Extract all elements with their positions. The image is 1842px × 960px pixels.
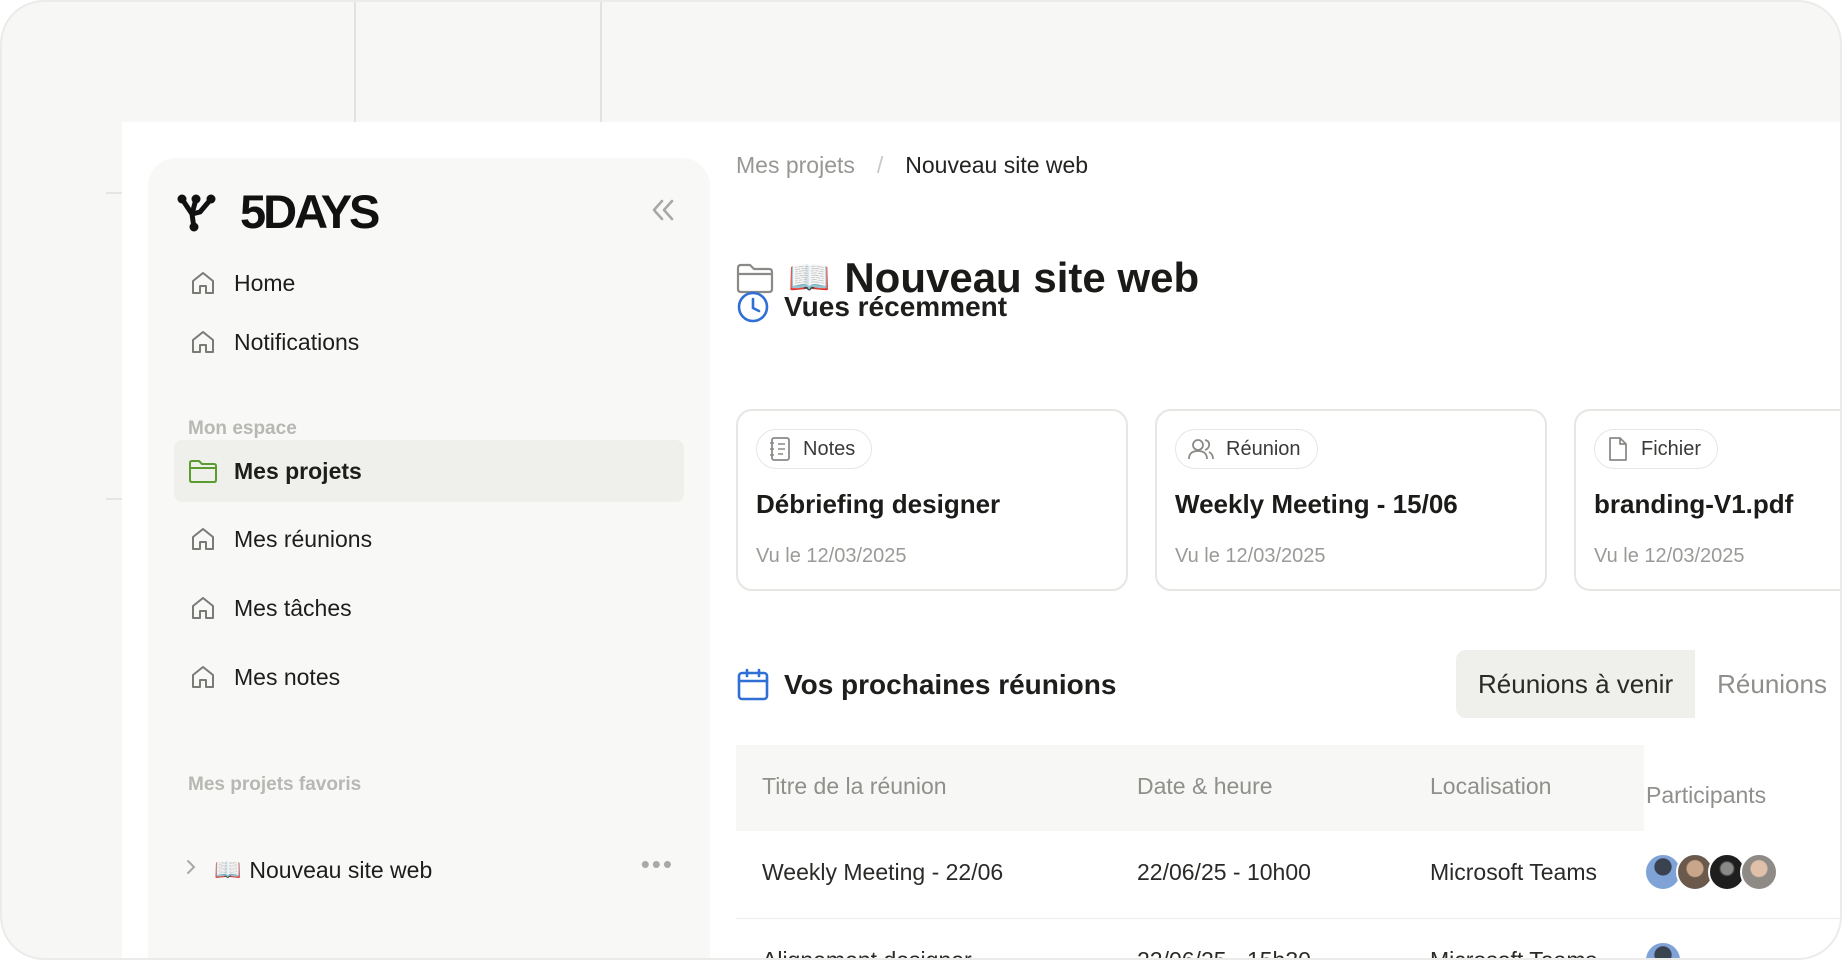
notebook-icon xyxy=(770,437,790,461)
users-icon xyxy=(1188,439,1214,460)
participants-avatars xyxy=(1644,853,1778,891)
brand-logo[interactable]: 5DAYS xyxy=(176,184,380,239)
meeting-location-cell: Microsoft Teams xyxy=(1430,947,1598,960)
more-options-icon[interactable]: ••• xyxy=(641,851,674,877)
home-icon xyxy=(188,327,218,357)
avatar[interactable] xyxy=(1740,853,1778,891)
breadcrumb-current: Nouveau site web xyxy=(905,152,1089,178)
card-tag-label: Notes xyxy=(803,437,856,460)
card-tag: Notes xyxy=(756,429,873,469)
avatar[interactable] xyxy=(1644,941,1682,958)
section-title-favoris: Mes projets favoris xyxy=(188,774,362,795)
favorite-project-item[interactable]: 📖 Nouveau site web ••• xyxy=(184,850,674,890)
card-tag-label: Fichier xyxy=(1641,437,1702,460)
card-tag-label: Réunion xyxy=(1226,437,1301,460)
card-date: Vu le 12/03/2025 xyxy=(1594,545,1745,567)
favorite-project-label: Nouveau site web xyxy=(249,856,433,883)
tab-reunions-a-venir[interactable]: Réunions à venir xyxy=(1456,650,1696,718)
column-header-location[interactable]: Localisation xyxy=(1430,773,1551,800)
column-header-title[interactable]: Titre de la réunion xyxy=(762,773,947,800)
recent-title: Vues récemment xyxy=(784,291,1008,322)
double-chevron-left-icon xyxy=(652,199,674,221)
participants-avatars xyxy=(1644,941,1682,958)
chevron-right-icon[interactable] xyxy=(184,858,214,882)
book-icon: 📖 xyxy=(214,857,242,882)
sidebar-item-home[interactable]: Home xyxy=(174,252,684,314)
meeting-location-cell: Microsoft Teams xyxy=(1430,859,1598,885)
home-icon xyxy=(188,662,218,692)
home-icon xyxy=(188,524,218,554)
calendar-icon xyxy=(737,668,769,701)
brand-mark-icon xyxy=(177,194,216,231)
table-row[interactable]: Weekly Meeting - 22/06 22/06/25 - 10h00 … xyxy=(736,831,1840,919)
sidebar: 5DAYS Home Notifications Mon espace Mes … xyxy=(148,158,710,958)
table-row[interactable]: Alignement designer 22/06/25 - 15h30 Mic… xyxy=(736,919,1840,960)
sidebar-item-mes-notes[interactable]: Mes notes xyxy=(174,646,684,708)
meeting-title-cell: Weekly Meeting - 22/06 xyxy=(762,859,1004,885)
recent-card-fichier[interactable]: Fichier branding-V1.pdf Vu le 12/03/2025 xyxy=(1574,409,1840,591)
divider xyxy=(354,2,356,122)
folder-icon xyxy=(188,456,218,486)
meetings-tabs: Réunions à venir Réunions xyxy=(1456,650,1840,718)
card-date: Vu le 12/03/2025 xyxy=(756,545,907,567)
breadcrumb-parent-link[interactable]: Mes projets xyxy=(736,152,855,179)
sidebar-item-label: Mes réunions xyxy=(234,525,373,552)
table-header: Titre de la réunion Date & heure Localis… xyxy=(736,745,1644,831)
app-window: 5DAYS Home Notifications Mon espace Mes … xyxy=(122,122,1840,960)
brand-name: 5DAYS xyxy=(240,185,380,238)
sidebar-item-label: Notifications xyxy=(234,328,360,355)
home-icon xyxy=(188,593,218,623)
divider xyxy=(600,2,602,122)
home-icon xyxy=(188,268,218,298)
tab-reunions[interactable]: Réunions xyxy=(1695,650,1840,718)
card-title: Débriefing designer xyxy=(756,489,1001,519)
section-title-mon-espace: Mon espace xyxy=(188,418,297,439)
app-frame: 5DAYS Home Notifications Mon espace Mes … xyxy=(0,0,1842,960)
breadcrumb: Mes projets / Nouveau site web xyxy=(736,152,1088,179)
recent-section-header: Vues récemment xyxy=(736,290,1007,324)
meeting-datetime-cell: 22/06/25 - 10h00 xyxy=(1137,859,1311,885)
sidebar-item-mes-projets[interactable]: Mes projets xyxy=(174,440,684,502)
recent-card-notes[interactable]: Notes Débriefing designer Vu le 12/03/20… xyxy=(736,409,1128,591)
sidebar-item-label: Mes notes xyxy=(234,663,341,690)
divider xyxy=(106,498,122,500)
card-tag: Réunion xyxy=(1175,429,1318,469)
sidebar-item-mes-taches[interactable]: Mes tâches xyxy=(174,577,684,639)
meeting-datetime-cell: 22/06/25 - 15h30 xyxy=(1137,947,1311,960)
card-title: branding-V1.pdf xyxy=(1594,489,1794,519)
file-icon xyxy=(1609,437,1627,461)
meeting-title-cell: Alignement designer xyxy=(762,947,972,960)
column-header-participants[interactable]: Participants xyxy=(1646,782,1766,809)
meetings-title: Vos prochaines réunions xyxy=(784,669,1117,700)
sidebar-item-label: Mes projets xyxy=(234,457,362,484)
sidebar-item-mes-reunions[interactable]: Mes réunions xyxy=(174,508,684,570)
column-header-date[interactable]: Date & heure xyxy=(1137,773,1273,800)
clock-icon xyxy=(737,291,769,323)
breadcrumb-separator: / xyxy=(876,152,884,178)
sidebar-item-label: Home xyxy=(234,269,296,296)
card-date: Vu le 12/03/2025 xyxy=(1175,545,1326,567)
sidebar-item-notifications[interactable]: Notifications xyxy=(174,311,684,373)
sidebar-item-label: Mes tâches xyxy=(234,594,352,621)
card-tag: Fichier xyxy=(1594,429,1719,469)
meetings-section-header: Vos prochaines réunions xyxy=(736,668,1116,702)
card-title: Weekly Meeting - 15/06 xyxy=(1175,489,1458,519)
collapse-sidebar-button[interactable] xyxy=(648,198,678,228)
recent-card-reunion[interactable]: Réunion Weekly Meeting - 15/06 Vu le 12/… xyxy=(1155,409,1547,591)
divider xyxy=(106,192,122,194)
